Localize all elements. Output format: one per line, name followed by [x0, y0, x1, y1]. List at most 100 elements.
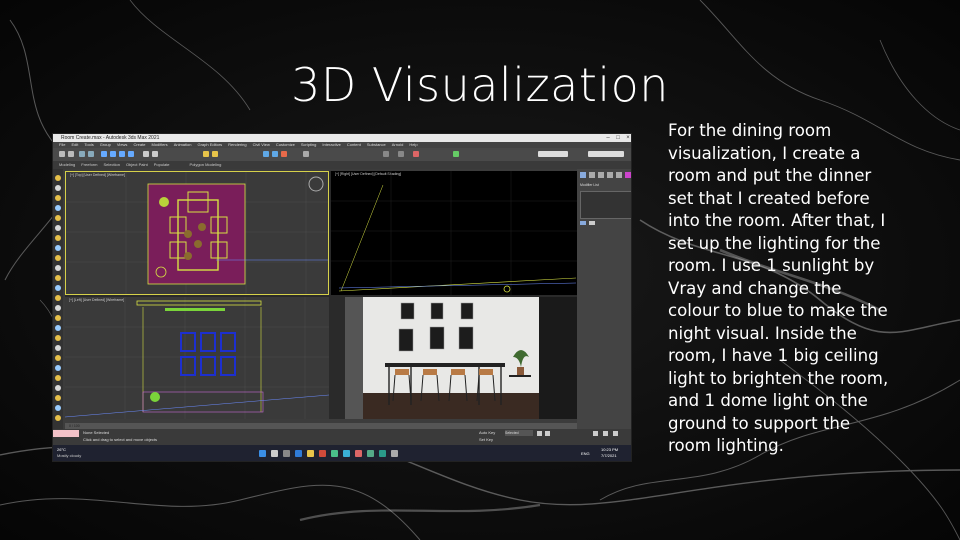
weather-desc: Mostly cloudy — [57, 453, 82, 458]
tool-icon[interactable] — [55, 395, 61, 401]
left-view-elevation — [65, 297, 329, 419]
material-editor-icon[interactable] — [303, 151, 309, 157]
tool-icon[interactable] — [55, 175, 61, 181]
file-explorer-icon[interactable] — [307, 450, 314, 457]
language-indicator[interactable]: ENG — [581, 451, 590, 456]
toolbar-icon[interactable] — [413, 151, 419, 157]
weather-temp[interactable]: 26°C — [57, 447, 66, 452]
workspace-select[interactable] — [538, 151, 568, 157]
app-icon[interactable] — [331, 450, 338, 457]
show-end-result-icon[interactable] — [589, 221, 595, 225]
tool-icon[interactable] — [55, 185, 61, 191]
tool-icon[interactable] — [55, 285, 61, 291]
minimize-icon[interactable]: – — [603, 134, 613, 142]
ribbon-tab-object-paint[interactable]: Object Paint — [126, 161, 148, 169]
3dsmax-icon[interactable] — [379, 450, 386, 457]
redo-icon[interactable] — [68, 151, 74, 157]
motion-tab-icon[interactable] — [607, 172, 613, 178]
snap-icon[interactable] — [143, 151, 149, 157]
unlink-icon[interactable] — [88, 151, 94, 157]
ribbon: Modeling Freeform Selection Object Paint… — [53, 161, 631, 169]
mirror-icon[interactable] — [203, 151, 209, 157]
viewport-top[interactable]: [+] [Top] [User Defined] [Wireframe] — [65, 171, 329, 295]
app-icon[interactable] — [367, 450, 374, 457]
tool-icon[interactable] — [55, 305, 61, 311]
tool-icon[interactable] — [55, 385, 61, 391]
toolbar-icon[interactable] — [383, 151, 389, 157]
app-icon[interactable] — [391, 450, 398, 457]
modify-tab-icon[interactable] — [589, 172, 595, 178]
pin-stack-icon[interactable] — [580, 221, 586, 225]
hierarchy-tab-icon[interactable] — [598, 172, 604, 178]
display-tab-icon[interactable] — [616, 172, 622, 178]
ribbon-tab-selection[interactable]: Selection — [103, 161, 119, 169]
move-icon[interactable] — [110, 151, 116, 157]
tool-icon[interactable] — [55, 205, 61, 211]
viewport-right[interactable]: [+] [Right] [User Defined] [Default Shad… — [331, 171, 577, 295]
zoom-icon[interactable] — [593, 431, 598, 436]
tool-icon[interactable] — [55, 315, 61, 321]
toolbar-icon[interactable] — [398, 151, 404, 157]
align-icon[interactable] — [212, 151, 218, 157]
viewport-camera[interactable]: [+] [Camera001] [User Defined] [Default … — [331, 297, 577, 419]
render-setup-icon[interactable] — [263, 151, 269, 157]
tool-icon[interactable] — [55, 325, 61, 331]
key-filter-select[interactable]: Selected — [505, 430, 533, 436]
tool-icon[interactable] — [55, 265, 61, 271]
link-icon[interactable] — [79, 151, 85, 157]
tool-icon[interactable] — [55, 365, 61, 371]
tool-icon[interactable] — [55, 345, 61, 351]
edge-icon[interactable] — [295, 450, 302, 457]
select-icon[interactable] — [101, 151, 107, 157]
tool-icon[interactable] — [55, 235, 61, 241]
app-icon[interactable] — [355, 450, 362, 457]
toolbar-icon[interactable] — [453, 151, 459, 157]
tool-icon[interactable] — [55, 335, 61, 341]
pan-icon[interactable] — [603, 431, 608, 436]
maximize-icon[interactable]: □ — [613, 134, 623, 142]
angle-snap-icon[interactable] — [152, 151, 158, 157]
viewport-left[interactable]: [+] [Left] [User Defined] [Wireframe] — [65, 297, 329, 419]
start-icon[interactable] — [259, 450, 266, 457]
play-icon[interactable] — [537, 431, 542, 436]
tool-icon[interactable] — [55, 255, 61, 261]
auto-key-button[interactable]: Auto Key — [479, 430, 495, 435]
next-frame-icon[interactable] — [545, 431, 550, 436]
ribbon-tab-populate[interactable]: Populate — [154, 161, 170, 169]
ribbon-tab-freeform[interactable]: Freeform — [81, 161, 97, 169]
render-icon[interactable] — [281, 151, 287, 157]
tool-icon[interactable] — [55, 215, 61, 221]
clock-date: 7/7/2021 — [601, 453, 617, 458]
app-screenshot: Room Create.max - Autodesk 3ds Max 2021 … — [52, 133, 632, 462]
render-frame-icon[interactable] — [272, 151, 278, 157]
set-key-button[interactable]: Set Key — [479, 437, 493, 442]
ribbon-tab-modeling[interactable]: Modeling — [59, 161, 75, 169]
utilities-tab-icon[interactable] — [625, 172, 631, 178]
tool-icon[interactable] — [55, 195, 61, 201]
create-tab-icon[interactable] — [580, 172, 586, 178]
undo-icon[interactable] — [59, 151, 65, 157]
search-icon[interactable] — [271, 450, 278, 457]
close-icon[interactable]: × — [623, 134, 631, 142]
tool-icon[interactable] — [55, 275, 61, 281]
tool-icon[interactable] — [55, 245, 61, 251]
app-icon[interactable] — [343, 450, 350, 457]
modifier-stack[interactable] — [580, 191, 631, 219]
modifier-list-label[interactable]: Modifier List — [580, 183, 599, 187]
task-view-icon[interactable] — [283, 450, 290, 457]
tool-icon[interactable] — [55, 355, 61, 361]
sign-in-field[interactable] — [588, 151, 624, 157]
tool-icon[interactable] — [55, 225, 61, 231]
maxscript-listener[interactable] — [53, 430, 79, 437]
scale-icon[interactable] — [128, 151, 134, 157]
tool-icon[interactable] — [55, 415, 61, 421]
tool-icon[interactable] — [55, 405, 61, 411]
tool-icon[interactable] — [55, 295, 61, 301]
app-icon[interactable] — [319, 450, 326, 457]
clock-time[interactable]: 10:23 PM — [601, 447, 618, 452]
tool-icon[interactable] — [55, 375, 61, 381]
orbit-icon[interactable] — [613, 431, 618, 436]
left-toolbar — [53, 169, 63, 429]
rotate-icon[interactable] — [119, 151, 125, 157]
camera-render-view — [331, 297, 577, 419]
